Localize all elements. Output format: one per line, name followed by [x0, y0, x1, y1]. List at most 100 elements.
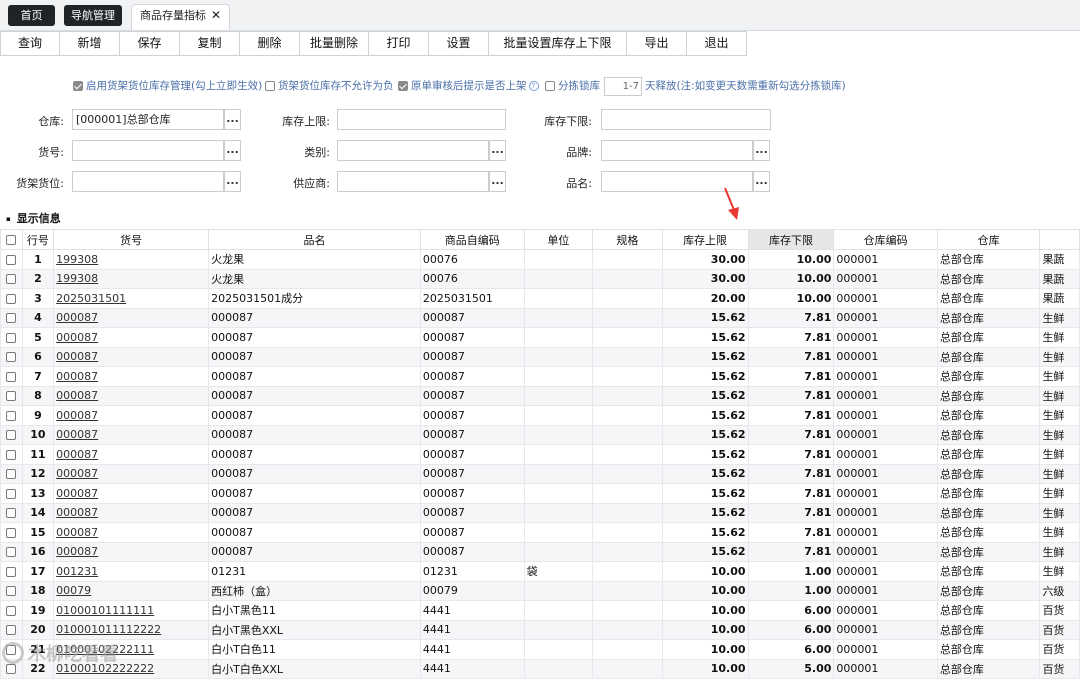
checkbox-icon[interactable]	[6, 625, 17, 636]
table-cell[interactable]: 000087	[53, 366, 210, 387]
item-no-link[interactable]: 010001011112222	[56, 623, 161, 636]
checkbox-icon[interactable]	[6, 605, 17, 616]
row-checkbox[interactable]	[0, 366, 23, 387]
table-row[interactable]: 3 2025031501 2025031501成分 2025031501 20.00 10…	[0, 288, 1080, 309]
warehouse-lookup-button[interactable]: ...	[224, 109, 241, 130]
item-no-link[interactable]: 000087	[56, 409, 98, 422]
table-row[interactable]: 15 000087 000087 000087 15.62 7.81 000001 总部仓库生…	[0, 522, 1080, 543]
row-checkbox[interactable]	[0, 424, 23, 445]
checkbox-icon[interactable]	[6, 371, 17, 382]
row-checkbox[interactable]	[0, 307, 23, 328]
table-cell[interactable]: 000087	[53, 307, 210, 328]
checkbox-icon[interactable]	[6, 274, 17, 285]
item-no-link[interactable]: 000087	[56, 331, 98, 344]
table-cell[interactable]: 000087	[53, 541, 210, 562]
col-header[interactable]: 库存上限	[661, 229, 749, 250]
col-header[interactable]: 库存下限	[747, 229, 835, 250]
table-row[interactable]: 18 00079 西红柿（盒） 00079 10.00 1.00 000001 总部仓库 六级	[0, 580, 1080, 601]
item-no-link[interactable]: 00079	[56, 584, 91, 597]
tab-home[interactable]: 首页	[8, 5, 55, 26]
option-putaway-prompt[interactable]: 原单审核后提示是否上架 ?	[398, 78, 539, 93]
item-no-link[interactable]: 000087	[56, 370, 98, 383]
release-days-input[interactable]: 1-7	[604, 77, 642, 96]
warehouse-input[interactable]: [000001]总部仓库	[72, 109, 224, 130]
checkbox-checked-icon[interactable]	[398, 80, 408, 91]
item-no-link[interactable]: 000087	[56, 311, 98, 324]
table-cell[interactable]: 000087	[53, 522, 210, 543]
table-cell[interactable]: 001231	[53, 561, 210, 582]
batch-set-limits-button[interactable]: 批量设置库存上下限	[489, 31, 627, 56]
table-cell[interactable]: 000087	[53, 463, 210, 484]
checkbox-icon[interactable]	[6, 391, 17, 402]
category-input[interactable]	[337, 140, 489, 161]
item-no-link[interactable]: 001231	[56, 565, 98, 578]
row-checkbox[interactable]	[0, 268, 23, 289]
item-no-lookup-button[interactable]: ...	[224, 140, 241, 161]
batch-delete-button[interactable]: 批量删除	[300, 31, 369, 56]
brand-input[interactable]	[601, 140, 753, 161]
export-button[interactable]: 导出	[627, 31, 687, 56]
row-checkbox[interactable]	[0, 522, 23, 543]
item-no-link[interactable]: 000087	[56, 467, 98, 480]
row-checkbox[interactable]	[0, 444, 23, 465]
checkbox-icon[interactable]	[545, 80, 555, 91]
save-button[interactable]: 保存	[120, 31, 180, 56]
checkbox-icon[interactable]	[6, 254, 17, 265]
row-checkbox[interactable]	[0, 288, 23, 309]
table-cell[interactable]: 010001011112222	[53, 619, 210, 640]
col-header[interactable]	[1039, 229, 1080, 250]
item-no-link[interactable]: 000087	[56, 389, 98, 402]
shelf-lookup-button[interactable]: ...	[224, 171, 241, 192]
query-button[interactable]: 查询	[0, 31, 60, 56]
table-row[interactable]: 22 01000102222222 白小T白色XXL 4441 10.00 5.00 000…	[0, 658, 1080, 679]
row-checkbox[interactable]	[0, 619, 23, 640]
item-no-link[interactable]: 199308	[56, 253, 98, 266]
table-row[interactable]: 11 000087 000087 000087 15.62 7.81 000001 总部仓库生…	[0, 444, 1080, 465]
row-checkbox[interactable]	[0, 405, 23, 426]
col-header[interactable]: 仓库编码	[833, 229, 938, 250]
table-row[interactable]: 9 000087 000087 000087 15.62 7.81 000001 总部仓库 生鲜	[0, 405, 1080, 426]
checkbox-icon[interactable]	[6, 410, 17, 421]
table-cell[interactable]: 00079	[53, 580, 210, 601]
table-cell[interactable]: 000087	[53, 424, 210, 445]
table-row[interactable]: 21 01000102222111 白小T白色11 4441 10.00 6.00 0000…	[0, 639, 1080, 660]
row-checkbox[interactable]	[0, 463, 23, 484]
col-header[interactable]: 品名	[208, 229, 421, 250]
add-button[interactable]: 新增	[60, 31, 120, 56]
col-header[interactable]: 规格	[592, 229, 663, 250]
item-no-link[interactable]: 01000101111111	[56, 604, 154, 617]
table-row[interactable]: 13 000087 000087 000087 15.62 7.81 000001 总部仓库生…	[0, 483, 1080, 504]
table-cell[interactable]: 000087	[53, 444, 210, 465]
select-all-checkbox[interactable]	[0, 229, 23, 250]
row-checkbox[interactable]	[0, 327, 23, 348]
table-row[interactable]: 19 01000101111111 白小T黑色11 4441 10.00 6.00 0000…	[0, 600, 1080, 621]
checkbox-icon[interactable]	[6, 449, 17, 460]
brand-lookup-button[interactable]: ...	[753, 140, 770, 161]
item-no-link[interactable]: 000087	[56, 526, 98, 539]
option-no-negative[interactable]: 货架货位库存不允许为负	[265, 78, 394, 93]
row-checkbox[interactable]	[0, 483, 23, 504]
table-cell[interactable]: 000087	[53, 502, 210, 523]
upper-limit-input[interactable]	[337, 109, 506, 130]
checkbox-icon[interactable]	[6, 508, 17, 519]
table-row[interactable]: 2 199308 火龙果 00076 30.00 10.00 000001 总部仓库 果蔬	[0, 268, 1080, 289]
checkbox-icon[interactable]	[6, 566, 17, 577]
checkbox-icon[interactable]	[6, 293, 17, 304]
tab-nav-manage[interactable]: 导航管理	[64, 5, 122, 26]
col-header[interactable]: 行号	[21, 229, 55, 250]
item-no-link[interactable]: 000087	[56, 350, 98, 363]
category-lookup-button[interactable]: ...	[489, 140, 506, 161]
row-checkbox[interactable]	[0, 561, 23, 582]
table-row[interactable]: 4 000087 000087 000087 15.62 7.81 000001 总部仓库 生鲜	[0, 307, 1080, 328]
item-no-link[interactable]: 000087	[56, 545, 98, 558]
table-cell[interactable]: 01000101111111	[53, 600, 210, 621]
option-pick-lock[interactable]: 分拣锁库	[545, 78, 600, 93]
supplier-lookup-button[interactable]: ...	[489, 171, 506, 192]
item-no-link[interactable]: 2025031501	[56, 292, 126, 305]
table-row[interactable]: 6 000087 000087 000087 15.62 7.81 000001 总部仓库 生鲜	[0, 346, 1080, 367]
checkbox-icon[interactable]	[6, 527, 17, 538]
tab-stock-indicators[interactable]: 商品存量指标 ✕	[131, 4, 230, 30]
delete-button[interactable]: 删除	[240, 31, 300, 56]
table-row[interactable]: 20 010001011112222 白小T黑色XXL 4441 10.00 6.00 00…	[0, 619, 1080, 640]
table-row[interactable]: 17 001231 01231 01231 袋 10.00 1.00 000001 总部仓库 生鲜	[0, 561, 1080, 582]
